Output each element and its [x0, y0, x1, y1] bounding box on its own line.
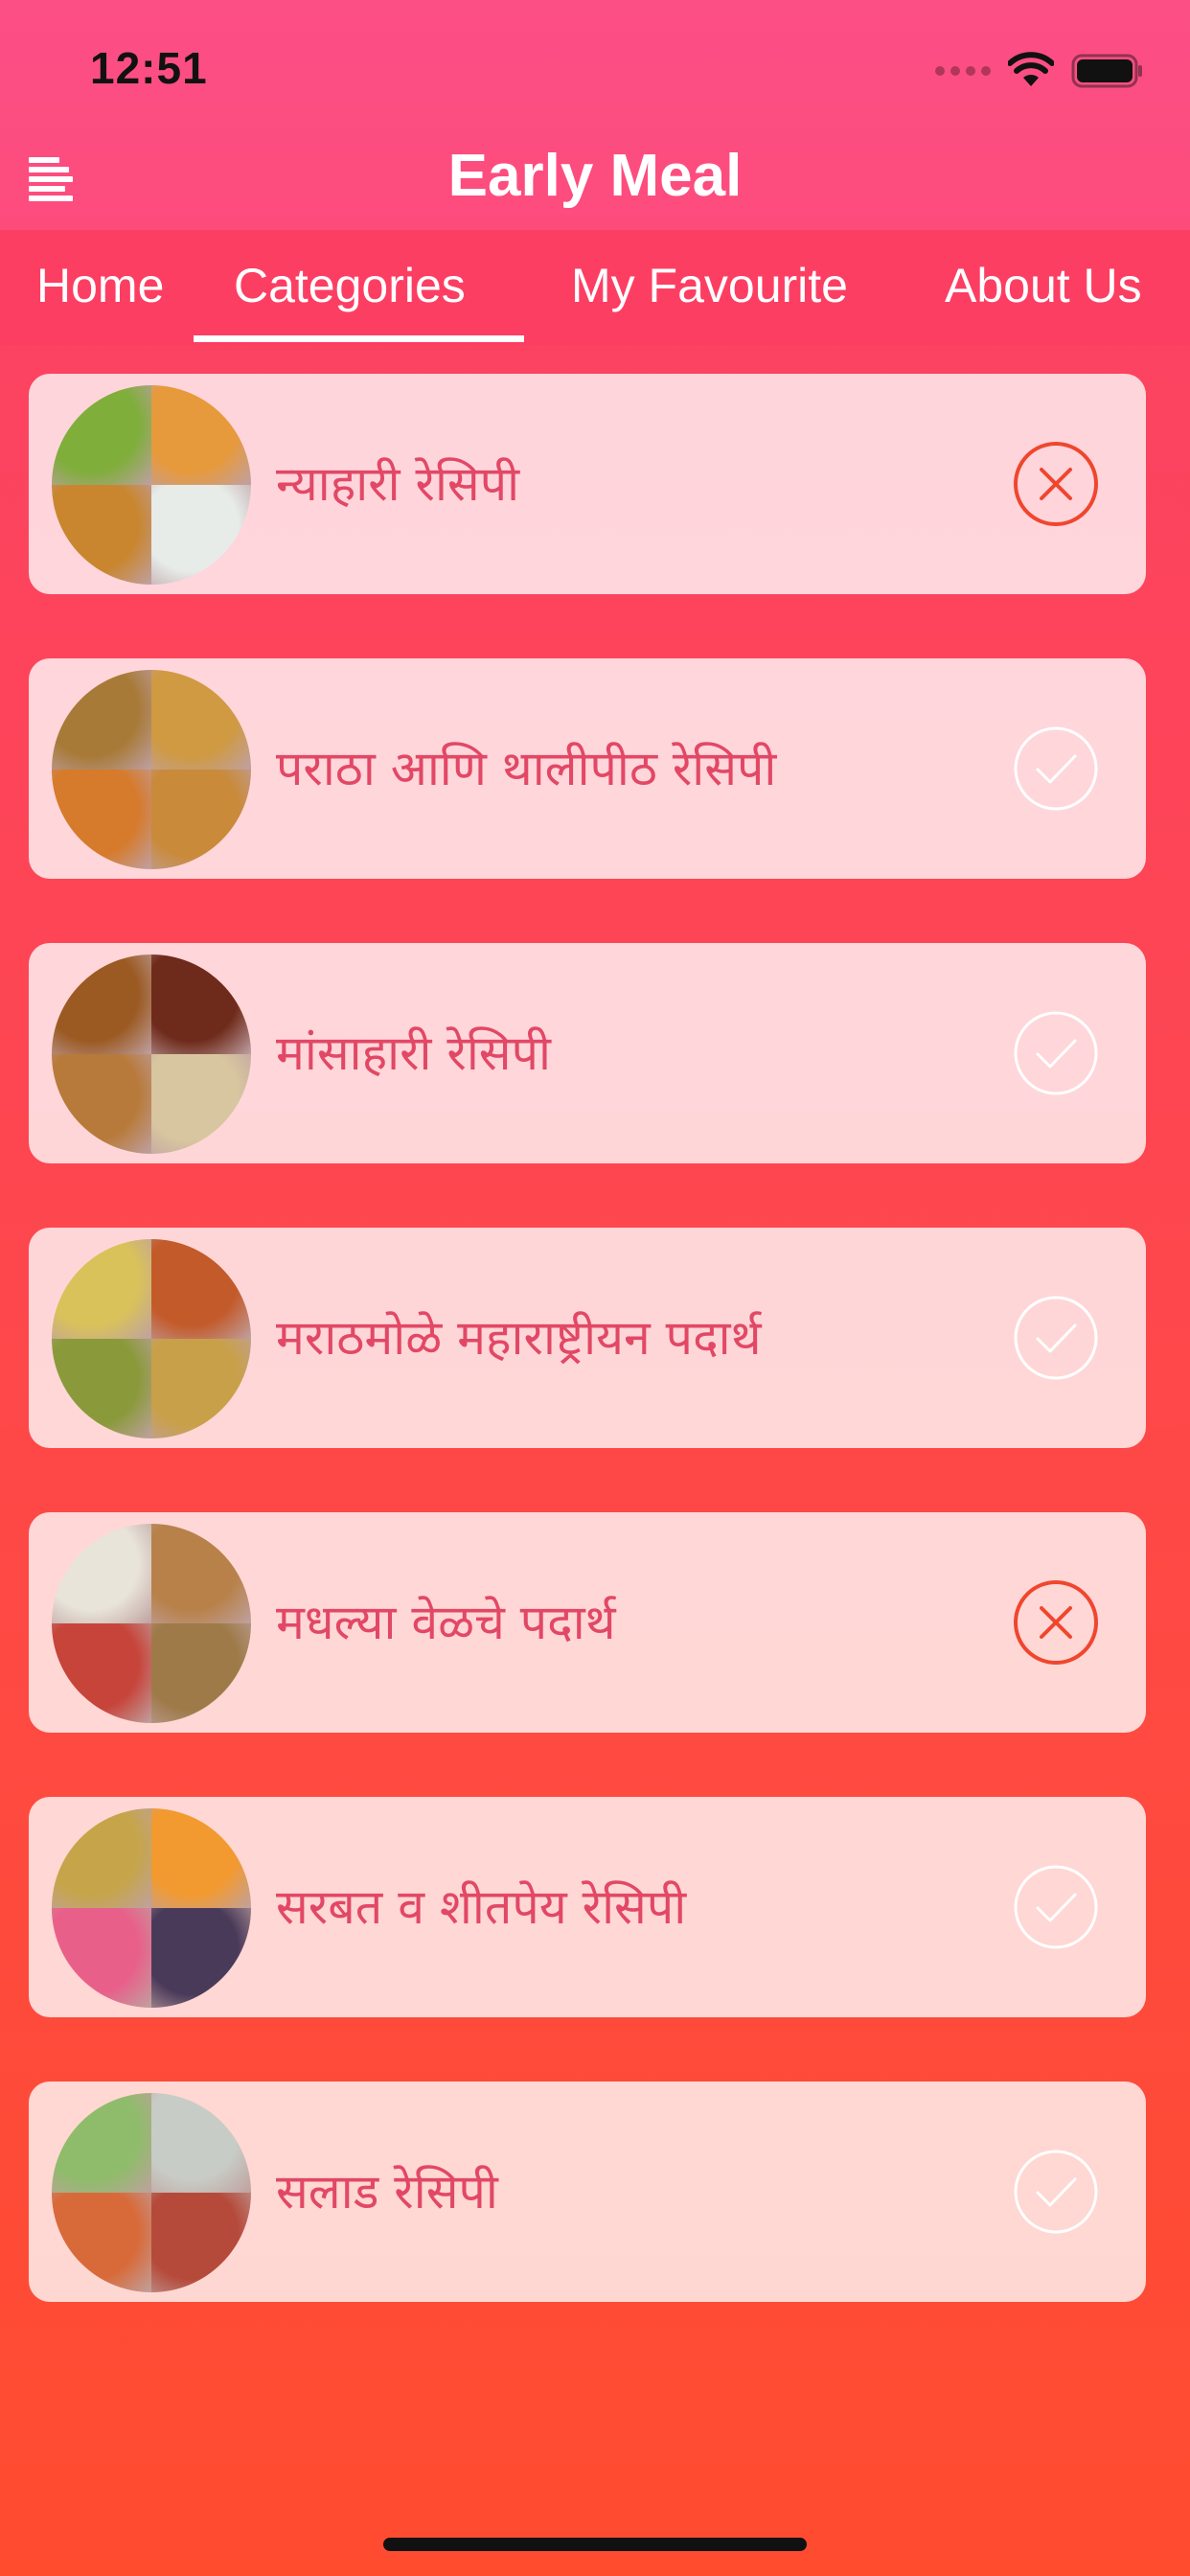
tab-selected-indicator	[194, 335, 524, 342]
category-thumbnail	[52, 1808, 251, 2008]
tab-my-favourite[interactable]: My Favourite	[571, 257, 848, 324]
cellular-signal-icon	[935, 66, 991, 76]
category-label: पराठा आणि थालीपीठ रेसिपी	[276, 741, 777, 796]
home-indicator[interactable]	[383, 2538, 807, 2551]
close-circle-icon[interactable]	[1012, 440, 1100, 528]
category-thumbnail	[52, 2093, 251, 2292]
tab-home[interactable]: Home	[36, 257, 164, 324]
check-circle-icon[interactable]	[1012, 724, 1100, 813]
tab-about-us[interactable]: About Us	[945, 257, 1142, 324]
wifi-icon	[1008, 52, 1054, 90]
category-card[interactable]: मधल्या वेळचे पदार्थ	[29, 1512, 1146, 1733]
tab-bar: Home Categories My Favourite About Us	[0, 230, 1190, 345]
close-circle-icon[interactable]	[1012, 1578, 1100, 1667]
category-label: मराठमोळे महाराष्ट्रीयन पदार्थ	[276, 1310, 762, 1366]
category-label: न्याहारी रेसिपी	[276, 456, 520, 512]
category-card[interactable]: सरबत व शीतपेय रेसिपी	[29, 1797, 1146, 2017]
category-thumbnail	[52, 1239, 251, 1438]
category-label: मांसाहारी रेसिपी	[276, 1025, 551, 1081]
category-card[interactable]: मांसाहारी रेसिपी	[29, 943, 1146, 1163]
app-title: Early Meal	[447, 143, 743, 209]
category-thumbnail	[52, 1524, 251, 1723]
battery-icon	[1071, 52, 1144, 90]
check-circle-icon[interactable]	[1012, 1294, 1100, 1382]
check-circle-icon[interactable]	[1012, 2148, 1100, 2236]
category-card[interactable]: पराठा आणि थालीपीठ रेसिपी	[29, 658, 1146, 879]
check-circle-icon[interactable]	[1012, 1009, 1100, 1097]
category-card[interactable]: न्याहारी रेसिपी	[29, 374, 1146, 594]
category-thumbnail	[52, 670, 251, 869]
tab-categories[interactable]: Categories	[234, 257, 466, 324]
app-header: 12:51 Early Meal	[0, 0, 1190, 230]
category-card[interactable]: सलाड रेसिपी	[29, 2082, 1146, 2302]
check-circle-icon[interactable]	[1012, 1863, 1100, 1951]
category-card[interactable]: मराठमोळे महाराष्ट्रीयन पदार्थ	[29, 1228, 1146, 1448]
category-label: सलाड रेसिपी	[276, 2164, 498, 2220]
category-label: सरबत व शीतपेय रेसिपी	[276, 1879, 687, 1935]
category-label: मधल्या वेळचे पदार्थ	[276, 1595, 616, 1650]
category-thumbnail	[52, 385, 251, 585]
status-icons	[935, 50, 1144, 92]
category-thumbnail	[52, 954, 251, 1154]
status-time: 12:51	[90, 43, 208, 93]
